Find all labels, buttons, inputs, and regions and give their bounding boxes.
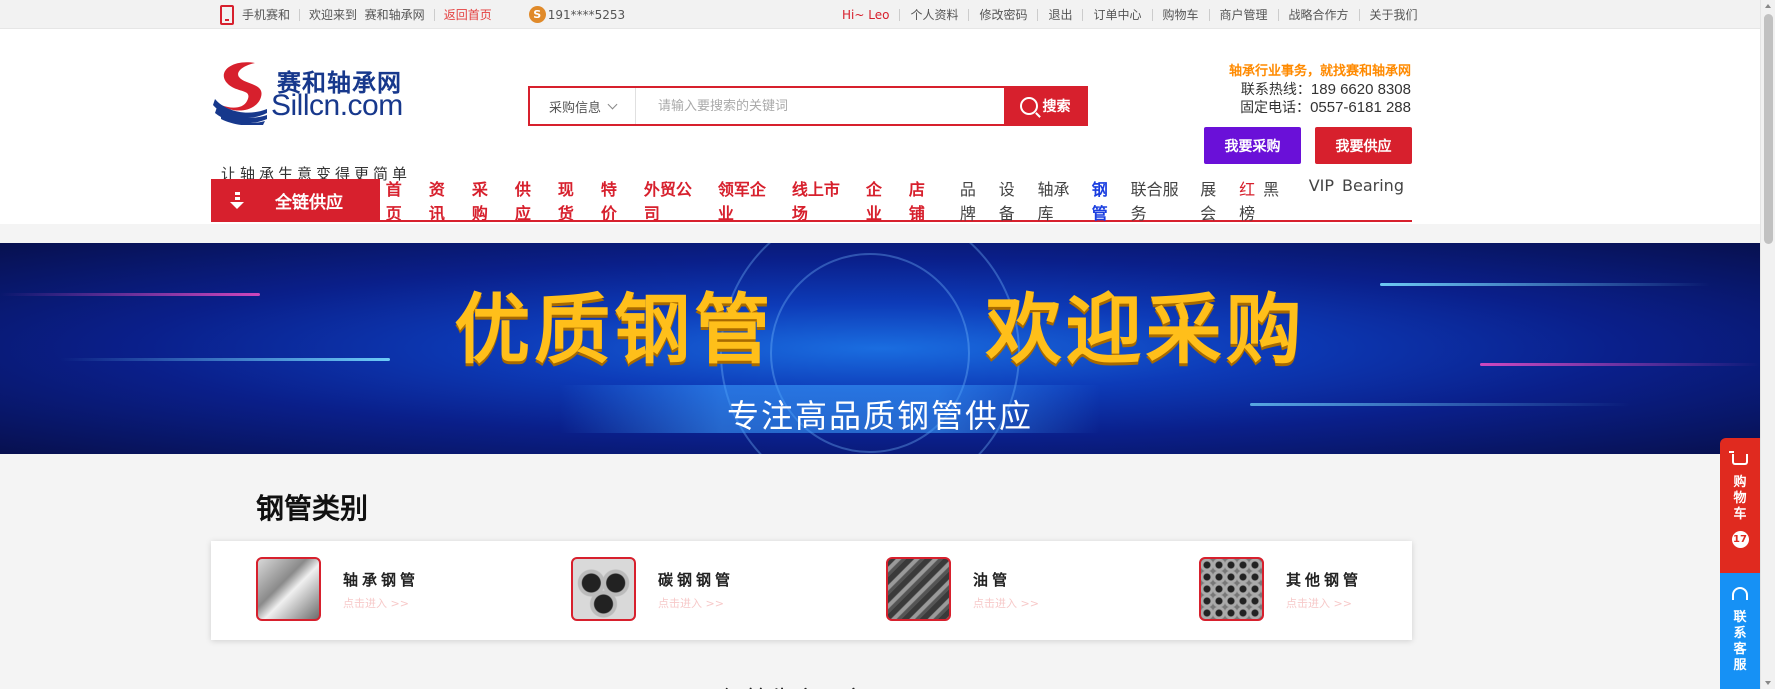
category-name: 油管	[973, 571, 1012, 589]
hotline-row: 联系热线：189 6620 8308	[1229, 81, 1411, 99]
category-enter-link[interactable]: 点击进入 >>	[658, 595, 724, 611]
nav-item-market[interactable]: 线上市场	[792, 176, 854, 224]
supply-button[interactable]: 我要供应	[1315, 127, 1412, 164]
category-section-title: 钢管类别	[256, 492, 369, 525]
cart-count-badge: 17	[1731, 531, 1749, 548]
down-arrow-icon	[225, 191, 249, 209]
partners-link[interactable]: 战略合作方	[1277, 8, 1359, 21]
logo-domain-text: Sillcn.com	[271, 89, 403, 122]
cart-icon	[1729, 451, 1748, 465]
header: 赛和轴承网 Sillcn.com 让轴承生意变得更简单 采购信息 搜索 轴承行业…	[0, 29, 1760, 224]
merchant-admin-link[interactable]: 商户管理	[1208, 8, 1278, 21]
search-input[interactable]	[636, 88, 1004, 124]
nav-item-purchase[interactable]: 采购	[472, 176, 503, 224]
floating-cart-button[interactable]: 购物车 17	[1720, 438, 1760, 573]
nav-item-red-black-list[interactable]: 红黑榜	[1239, 176, 1301, 224]
logo-swoosh-icon	[213, 62, 267, 125]
carbon-pipe-image	[571, 557, 636, 621]
floating-cart-label: 购物车	[1733, 475, 1747, 522]
mobile-phone-icon[interactable]	[220, 4, 234, 25]
nav-item-vip[interactable]: VIP	[1309, 176, 1334, 224]
site-logo[interactable]: 赛和轴承网 Sillcn.com 让轴承生意变得更简单	[211, 59, 421, 183]
telephone-row: 固定电话：0557-6181 288	[1229, 99, 1411, 117]
category-name: 碳钢钢管	[658, 571, 735, 589]
nav-item-supply[interactable]: 供应	[515, 176, 546, 224]
nav-item-steel-pipe[interactable]: 钢管	[1092, 176, 1123, 224]
logout-link[interactable]: 退出	[1037, 8, 1082, 21]
category-name: 其他钢管	[1286, 571, 1363, 589]
category-name: 轴承钢管	[343, 571, 420, 589]
nav-item-equipment[interactable]: 设备	[999, 176, 1030, 224]
red-black-red-char: 红	[1239, 180, 1256, 199]
nav-item-bearing[interactable]: Bearing	[1342, 176, 1404, 224]
all-supply-label: 全链供应	[275, 192, 343, 213]
profile-link[interactable]: 个人资料	[899, 8, 968, 21]
main-nav: 全链供应 首页 资讯 采购 供应 现货 特价 外贸公司 领军企业 线上市场 企业…	[211, 176, 1412, 223]
nav-sub-items: 品牌 设备 轴承库 钢管 联合服务 展会 红黑榜 VIP Bearing	[960, 176, 1412, 224]
mobile-link[interactable]: 手机赛和	[242, 9, 299, 21]
hotline-number: 189 6620 8308	[1310, 81, 1411, 98]
nav-main-items: 首页 资讯 采购 供应 现货 特价 外贸公司 领军企业 线上市场 企业 店铺	[386, 176, 952, 224]
back-home-link[interactable]: 返回首页	[433, 8, 501, 21]
category-enter-link[interactable]: 点击进入 >>	[1286, 595, 1352, 611]
contact-tagline: 轴承行业事务，就找赛和轴承网	[1228, 64, 1411, 79]
category-enter-link[interactable]: 点击进入 >>	[973, 595, 1039, 611]
nav-item-joint-service[interactable]: 联合服务	[1131, 176, 1193, 224]
telephone-label: 固定电话：	[1240, 100, 1311, 116]
nav-item-special[interactable]: 特价	[601, 176, 632, 224]
telephone-number: 0557-6181 288	[1310, 99, 1411, 116]
bearing-pipe-image	[256, 557, 321, 621]
all-supply-menu[interactable]: 全链供应	[211, 179, 380, 221]
welcome-text: 欢迎来到 赛和轴承网	[299, 7, 434, 22]
scrollbar-thumb[interactable]	[1764, 14, 1773, 244]
user-phone: S 191****5253	[528, 6, 626, 23]
manufacturers-section-title: 钢管生产厂家	[722, 680, 866, 689]
search-bar: 采购信息 搜索	[528, 86, 1088, 126]
order-center-link[interactable]: 订单中心	[1082, 8, 1151, 21]
category-enter-link[interactable]: 点击进入 >>	[343, 595, 409, 611]
search-icon	[1019, 97, 1038, 115]
floating-service-button[interactable]: 联系客服	[1720, 573, 1760, 689]
user-greeting[interactable]: Hi~ Leo	[832, 9, 899, 21]
promo-banner[interactable]: 优质钢管 欢迎采购 专注高品质钢管供应	[0, 243, 1760, 454]
floating-service-label: 联系客服	[1733, 610, 1747, 673]
headset-icon	[1732, 587, 1748, 600]
nav-item-enterprise[interactable]: 企业	[866, 176, 897, 224]
welcome-label: 欢迎来到	[309, 7, 358, 22]
top-bar-right: Hi~ Leo 个人资料 修改密码 退出 订单中心 购物车 商户管理 战略合作方…	[832, 0, 1428, 29]
nav-item-news[interactable]: 资讯	[429, 176, 460, 224]
nav-item-shops[interactable]: 店铺	[909, 176, 940, 224]
site-name-link[interactable]: 赛和轴承网	[365, 8, 425, 22]
nav-item-brands[interactable]: 品牌	[960, 176, 991, 224]
purchase-button[interactable]: 我要采购	[1204, 127, 1301, 164]
category-panel: 轴承钢管 点击进入 >> 碳钢钢管 点击进入 >> 油管 点击进入 >> 其他钢…	[211, 541, 1412, 640]
nav-item-leaders[interactable]: 领军企业	[718, 176, 780, 224]
top-bar: 手机赛和 欢迎来到 赛和轴承网 返回首页 S 191****5253 Hi~ L…	[0, 0, 1760, 29]
hotline-label: 联系热线：	[1240, 82, 1311, 98]
banner-subtitle: 专注高品质钢管供应	[726, 397, 1033, 435]
search-button[interactable]: 搜索	[1004, 88, 1086, 124]
scroll-down-arrow-icon[interactable]	[1765, 681, 1771, 685]
search-category-select[interactable]: 采购信息	[530, 88, 636, 124]
scroll-up-arrow-icon[interactable]	[1765, 4, 1771, 8]
banner-title: 优质钢管 欢迎采购	[454, 285, 1306, 374]
oil-pipe-image	[886, 557, 951, 621]
top-bar-left: 手机赛和 欢迎来到 赛和轴承网 返回首页 S 191****5253	[220, 0, 625, 29]
chevron-down-icon	[607, 99, 618, 109]
coin-icon: S	[528, 6, 546, 23]
other-pipe-image	[1199, 557, 1264, 621]
nav-item-exhibition[interactable]: 展会	[1200, 176, 1231, 224]
nav-item-stock[interactable]: 现货	[558, 176, 589, 224]
nav-item-bearing-library[interactable]: 轴承库	[1038, 176, 1084, 224]
nav-item-home[interactable]: 首页	[386, 176, 417, 224]
about-us-link[interactable]: 关于我们	[1358, 8, 1428, 21]
change-password-link[interactable]: 修改密码	[968, 8, 1037, 21]
user-phone-number: 191****5253	[547, 7, 626, 22]
nav-item-trade[interactable]: 外贸公司	[644, 176, 706, 224]
page-scrollbar[interactable]	[1760, 0, 1775, 689]
cart-link[interactable]: 购物车	[1151, 8, 1209, 21]
contact-info: 轴承行业事务，就找赛和轴承网 联系热线：189 6620 8308 固定电话：0…	[1229, 63, 1411, 117]
search-category-label: 采购信息	[548, 100, 601, 116]
search-button-label: 搜索	[1042, 99, 1071, 115]
